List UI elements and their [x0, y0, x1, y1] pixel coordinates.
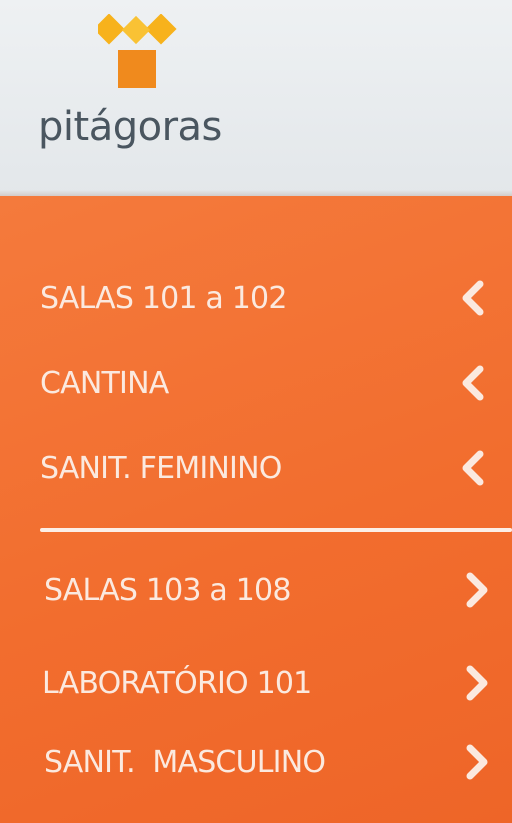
chevron-left-icon [456, 361, 490, 405]
chevron-right-icon [460, 661, 494, 705]
chevron-left-icon [456, 276, 490, 320]
direction-row-salas-103-108: SALAS 103 a 108 [44, 562, 494, 618]
brand-name: pitágoras [38, 104, 222, 150]
direction-label: LABORATÓRIO 101 [42, 665, 312, 701]
direction-label: SALAS 103 a 108 [44, 572, 291, 608]
chevron-left-icon [456, 446, 490, 490]
direction-label: SANIT. FEMININO [40, 450, 282, 486]
direction-row-salas-101-102: SALAS 101 a 102 [40, 270, 490, 326]
wayfinding-sign: pitágoras SALAS 101 a 102 CANTINA SANIT.… [0, 0, 512, 823]
direction-row-sanit-feminino: SANIT. FEMININO [40, 440, 490, 496]
direction-row-laboratorio-101: LABORATÓRIO 101 [42, 655, 494, 711]
sign-header: pitágoras [0, 0, 512, 196]
direction-label: CANTINA [40, 365, 169, 401]
stacked-squares-logo-icon [98, 14, 177, 88]
direction-label: SANIT. MASCULINO [44, 744, 326, 780]
chevron-right-icon [460, 740, 494, 784]
brand-logo: pitágoras [38, 14, 248, 164]
group-divider [40, 528, 512, 532]
chevron-right-icon [460, 568, 494, 612]
direction-row-sanit-masculino: SANIT. MASCULINO [44, 734, 494, 790]
direction-row-cantina: CANTINA [40, 355, 490, 411]
direction-label: SALAS 101 a 102 [40, 280, 287, 316]
